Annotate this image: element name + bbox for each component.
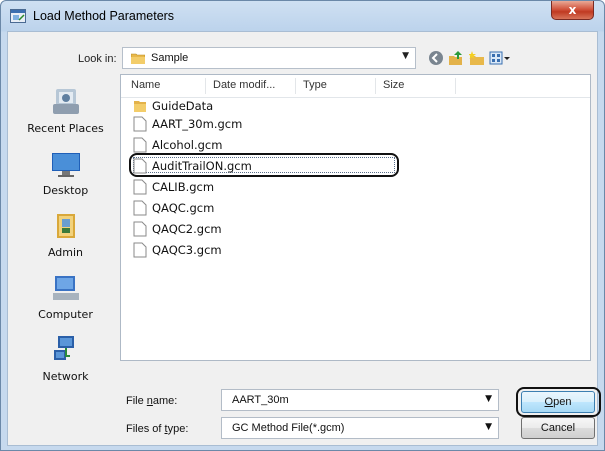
computer-icon [52, 276, 79, 300]
label-part: pen [553, 396, 572, 408]
open-button[interactable]: Open [521, 391, 595, 413]
load-method-dialog: Load Method Parameters x Look in: Sample… [0, 0, 605, 451]
network-icon [53, 336, 74, 360]
file-name-label: File name: [126, 395, 177, 407]
file-name: QAQC3.gcm [152, 243, 222, 257]
label-part: ame: [152, 395, 178, 407]
look-in-value: Sample [151, 52, 189, 64]
places-bar: Recent Places Desktop Admin Computer Net… [18, 78, 113, 388]
folder-icon [131, 53, 145, 64]
back-icon[interactable] [428, 50, 444, 66]
folder-icon [134, 101, 146, 112]
file-name: CALIB.gcm [152, 180, 215, 194]
chevron-down-icon: ▼ [485, 422, 492, 432]
file-name-value: AART_30m [232, 394, 289, 406]
place-label: Computer [38, 308, 93, 321]
chevron-down-icon[interactable]: ▼ [485, 394, 492, 404]
file-list[interactable]: Name Date modif... Type Size GuideData A… [120, 74, 591, 361]
file-icon [133, 179, 147, 195]
dialog-body: Look in: Sample ▼ Recent Places Desktop … [7, 31, 598, 446]
file-type-label: Files of type: [126, 423, 188, 435]
file-icon [133, 221, 147, 237]
column-date-modified[interactable]: Date modif... [213, 79, 275, 91]
place-computer[interactable]: Computer [18, 272, 113, 321]
cancel-button[interactable]: Cancel [521, 417, 595, 439]
label-part: Files of [126, 423, 165, 435]
place-label: Admin [47, 246, 84, 259]
file-icon [133, 200, 147, 216]
new-folder-icon[interactable] [469, 50, 485, 66]
desktop-icon [51, 153, 80, 177]
file-type-dropdown[interactable]: GC Method File(*.gcm) ▼ [221, 417, 499, 439]
column-divider[interactable] [295, 78, 296, 94]
label-part: ype: [167, 423, 189, 435]
label-part: File [126, 395, 147, 407]
file-type-value: GC Method File(*.gcm) [232, 422, 345, 434]
file-name: AART_30m.gcm [152, 117, 243, 131]
recent-places-icon [52, 89, 79, 114]
up-folder-icon[interactable] [448, 50, 464, 66]
file-icon [133, 158, 147, 174]
look-in-label: Look in: [78, 53, 117, 65]
file-name: QAQC2.gcm [152, 222, 222, 236]
place-label: Desktop [42, 184, 89, 197]
column-divider[interactable] [455, 78, 456, 94]
column-divider[interactable] [375, 78, 376, 94]
place-label: Network [42, 370, 89, 383]
file-name-input[interactable]: AART_30m ▼ [221, 389, 499, 411]
user-folder-icon [56, 214, 75, 238]
place-admin[interactable]: Admin [18, 210, 113, 259]
column-header: Name Date modif... Type Size [121, 75, 590, 98]
file-name: QAQC.gcm [152, 201, 215, 215]
app-icon [10, 9, 26, 23]
file-name: GuideData [152, 99, 214, 113]
place-network[interactable]: Network [18, 334, 113, 383]
column-size[interactable]: Size [383, 79, 404, 91]
close-icon: x [568, 3, 577, 17]
place-desktop[interactable]: Desktop [18, 148, 113, 197]
view-menu-icon[interactable] [489, 50, 511, 66]
column-name[interactable]: Name [131, 79, 160, 91]
place-recent-places[interactable]: Recent Places [18, 86, 113, 135]
file-name: AuditTrailON.gcm [152, 159, 252, 173]
column-divider[interactable] [205, 78, 206, 94]
file-icon [133, 137, 147, 153]
place-label: Recent Places [27, 122, 104, 135]
title-bar[interactable]: Load Method Parameters x [1, 1, 604, 31]
column-type[interactable]: Type [303, 79, 327, 91]
file-icon [133, 242, 147, 258]
window-title: Load Method Parameters [33, 9, 175, 23]
close-button[interactable]: x [551, 1, 594, 20]
look-in-dropdown[interactable]: Sample ▼ [122, 47, 416, 69]
chevron-down-icon: ▼ [402, 51, 409, 61]
file-icon [133, 116, 147, 132]
label-accel: O [544, 396, 554, 408]
look-in-label-text: Look in: [78, 53, 117, 65]
file-name: Alcohol.gcm [152, 138, 223, 152]
